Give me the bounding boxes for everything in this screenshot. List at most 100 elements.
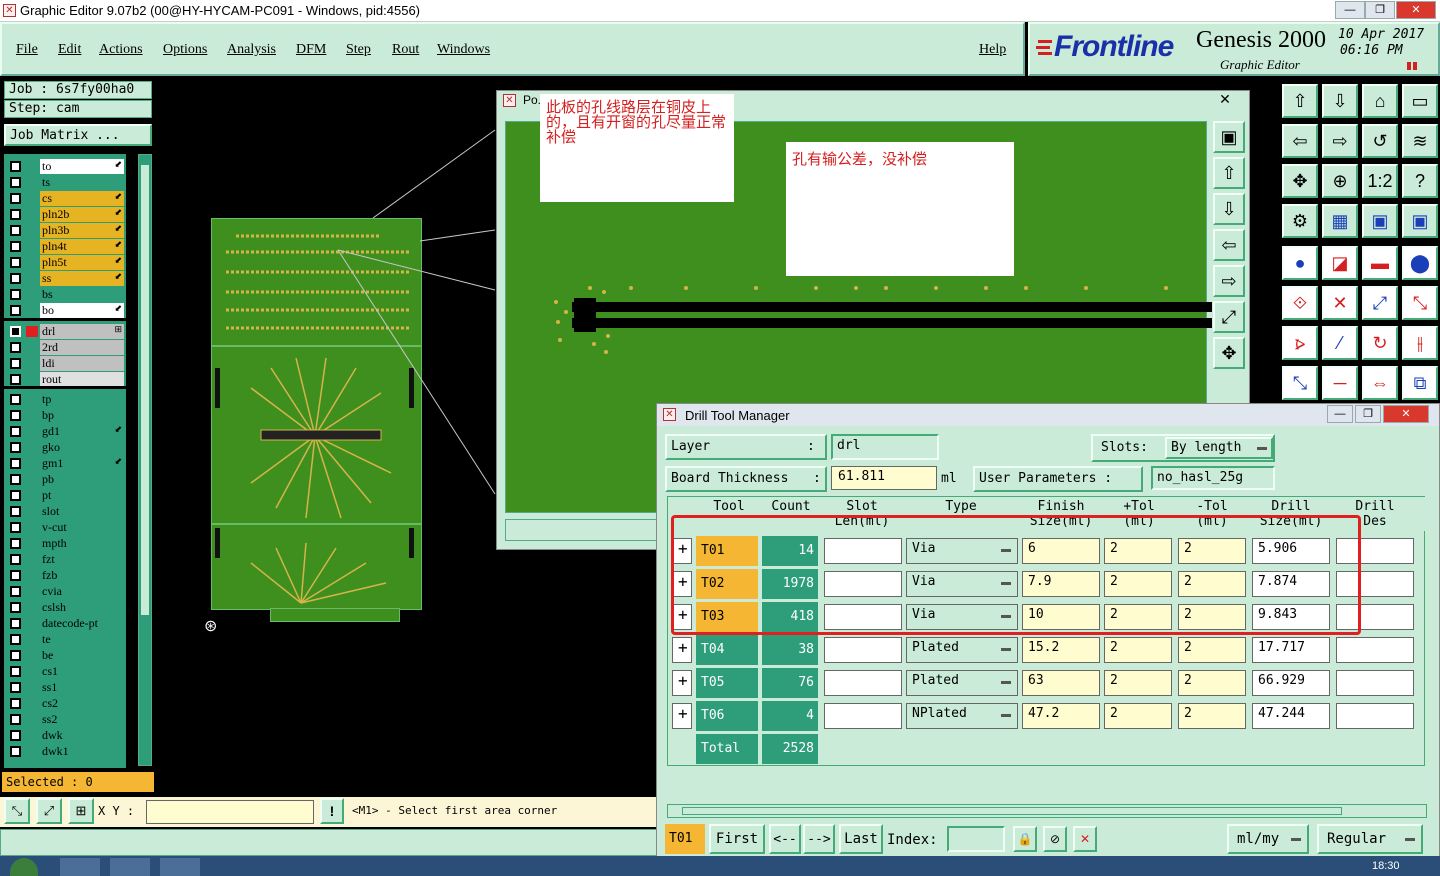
minimize-button[interactable]: — bbox=[1335, 1, 1365, 19]
drill-des-input[interactable] bbox=[1336, 637, 1414, 663]
angle-icon[interactable]: ⦠ bbox=[1282, 326, 1318, 360]
undo-icon[interactable]: ↺ bbox=[1362, 124, 1398, 158]
layer-row-drl[interactable]: drl ⊞ bbox=[6, 324, 124, 339]
type-dropdown[interactable]: Plated bbox=[906, 637, 1018, 663]
layer-checkbox[interactable] bbox=[10, 394, 21, 405]
taskbar-app-1[interactable] bbox=[60, 858, 100, 876]
menu-options[interactable]: Options bbox=[163, 42, 207, 58]
index-input[interactable] bbox=[947, 826, 1005, 852]
zoom-tool-4-icon[interactable]: ⇦ bbox=[1213, 229, 1245, 261]
layer-checkbox[interactable] bbox=[10, 177, 21, 188]
layer-row-bs[interactable]: bs bbox=[6, 287, 124, 302]
layer-checkbox[interactable] bbox=[10, 698, 21, 709]
layer-checkbox[interactable] bbox=[10, 273, 21, 284]
layer-checkbox[interactable] bbox=[10, 570, 21, 581]
layer-checkbox[interactable] bbox=[10, 666, 21, 677]
layer-checkbox[interactable] bbox=[10, 161, 21, 172]
finish-size-input[interactable]: 15.2 bbox=[1022, 637, 1100, 663]
top-icon[interactable]: ⇧ bbox=[1282, 84, 1318, 118]
status-tool-2-icon[interactable]: ⤢ bbox=[36, 798, 62, 824]
layer-checkbox[interactable] bbox=[10, 442, 21, 453]
layer-row-be[interactable]: be bbox=[6, 648, 124, 663]
layer-row-gd1[interactable]: gd1 ⬋ bbox=[6, 424, 124, 439]
expand-row-icon[interactable]: + bbox=[672, 637, 692, 663]
layer-checkbox[interactable] bbox=[10, 522, 21, 533]
ruler-icon[interactable]: ▬ bbox=[1362, 246, 1398, 280]
left-icon[interactable]: ⇦ bbox=[1282, 124, 1318, 158]
layer-checkbox[interactable] bbox=[10, 326, 21, 337]
drill-size-input[interactable]: 17.717 bbox=[1252, 637, 1330, 663]
layer-checkbox[interactable] bbox=[10, 490, 21, 501]
menu-file[interactable]: File bbox=[16, 42, 38, 58]
layer-row-slot[interactable]: slot bbox=[6, 504, 124, 519]
layer-checkbox[interactable] bbox=[10, 474, 21, 485]
snap2-icon[interactable]: ▣ bbox=[1402, 204, 1438, 238]
status-tool-3-icon[interactable]: ⊞ bbox=[68, 798, 94, 824]
circle-icon[interactable]: ⬤ bbox=[1402, 246, 1438, 280]
layer-row-datecode-pt[interactable]: datecode-pt bbox=[6, 616, 124, 631]
help-icon[interactable]: ? bbox=[1402, 164, 1438, 198]
expand-row-icon[interactable]: + bbox=[672, 670, 692, 696]
layer-row-pln5t[interactable]: pln5t ⬋ bbox=[6, 255, 124, 270]
finish-size-input[interactable]: 47.2 bbox=[1022, 703, 1100, 729]
layer-row-ss1[interactable]: ss1 bbox=[6, 680, 124, 695]
drill-des-input[interactable] bbox=[1336, 670, 1414, 696]
layer-checkbox[interactable] bbox=[10, 682, 21, 693]
layer-checkbox[interactable] bbox=[10, 193, 21, 204]
layer-row-pb[interactable]: pb bbox=[6, 472, 124, 487]
mode-dropdown[interactable]: Regular bbox=[1317, 824, 1423, 854]
menu-analysis[interactable]: Analysis bbox=[227, 42, 276, 58]
delete-icon[interactable]: ✕ bbox=[1073, 826, 1097, 852]
menu-step[interactable]: Step bbox=[346, 42, 371, 58]
slot-length-input[interactable] bbox=[824, 670, 902, 696]
thickness-input[interactable]: 61.811 bbox=[831, 466, 937, 490]
column-header[interactable]: Tool bbox=[698, 499, 760, 514]
snap-icon[interactable]: ▣ bbox=[1362, 204, 1398, 238]
minus-tol-input[interactable]: 2 bbox=[1178, 670, 1246, 696]
arrow-icon[interactable]: ⤡ bbox=[1282, 366, 1318, 400]
home-icon[interactable]: ⌂ bbox=[1362, 84, 1398, 118]
dash-icon[interactable]: ─ bbox=[1322, 366, 1358, 400]
layer-row-dwk[interactable]: dwk bbox=[6, 728, 124, 743]
drill-des-input[interactable] bbox=[1336, 703, 1414, 729]
layer-row-gm1[interactable]: gm1 ⬋ bbox=[6, 456, 124, 471]
layer-checkbox[interactable] bbox=[10, 257, 21, 268]
pad-icon[interactable]: ● bbox=[1282, 246, 1318, 280]
layer-row-gko[interactable]: gko bbox=[6, 440, 124, 455]
mirror-icon[interactable]: ⫲ bbox=[1402, 326, 1438, 360]
move-icon[interactable]: ⤡ bbox=[1402, 286, 1438, 320]
close-button[interactable]: ✕ bbox=[1396, 1, 1436, 19]
plus-tol-input[interactable]: 2 bbox=[1104, 670, 1172, 696]
slots-dropdown[interactable]: By length bbox=[1165, 437, 1273, 459]
column-header[interactable]: Type bbox=[904, 499, 1018, 514]
prev-button[interactable]: <-- bbox=[769, 824, 801, 854]
layer-row-ts[interactable]: ts bbox=[6, 175, 124, 190]
layer-scrollbar[interactable] bbox=[138, 154, 152, 766]
layer-checkbox[interactable] bbox=[10, 225, 21, 236]
slot-length-input[interactable] bbox=[824, 637, 902, 663]
menu-dfm[interactable]: DFM bbox=[296, 42, 326, 58]
first-button[interactable]: First bbox=[709, 824, 765, 854]
layer-checkbox[interactable] bbox=[10, 538, 21, 549]
layer-checkbox[interactable] bbox=[10, 730, 21, 741]
layer-row-ldi[interactable]: ldi bbox=[6, 356, 124, 371]
layer-row-te[interactable]: te bbox=[6, 632, 124, 647]
layer-checkbox[interactable] bbox=[10, 374, 21, 385]
line-icon[interactable]: ⤢ bbox=[1362, 286, 1398, 320]
plus-tol-input[interactable]: 2 bbox=[1104, 637, 1172, 663]
layer-checkbox[interactable] bbox=[10, 650, 21, 661]
layer-row-ss[interactable]: ss ⬋ bbox=[6, 271, 124, 286]
slash-icon[interactable]: ⁄ bbox=[1322, 326, 1358, 360]
layer-row-pln2b[interactable]: pln2b ⬋ bbox=[6, 207, 124, 222]
layer-checkbox[interactable] bbox=[10, 305, 21, 316]
taskbar-app-2[interactable] bbox=[110, 858, 150, 876]
bottom-icon[interactable]: ⇩ bbox=[1322, 84, 1358, 118]
zoom-tool-5-icon[interactable]: ⇨ bbox=[1213, 265, 1245, 297]
layer-checkbox[interactable] bbox=[10, 289, 21, 300]
tool-edit-icon[interactable]: ⊘ bbox=[1043, 826, 1067, 852]
menu-actions[interactable]: Actions bbox=[99, 42, 143, 58]
layer-checkbox[interactable] bbox=[10, 602, 21, 613]
zoom-tool-3-icon[interactable]: ⇩ bbox=[1213, 193, 1245, 225]
layer-checkbox[interactable] bbox=[10, 506, 21, 517]
slot-length-input[interactable] bbox=[824, 703, 902, 729]
